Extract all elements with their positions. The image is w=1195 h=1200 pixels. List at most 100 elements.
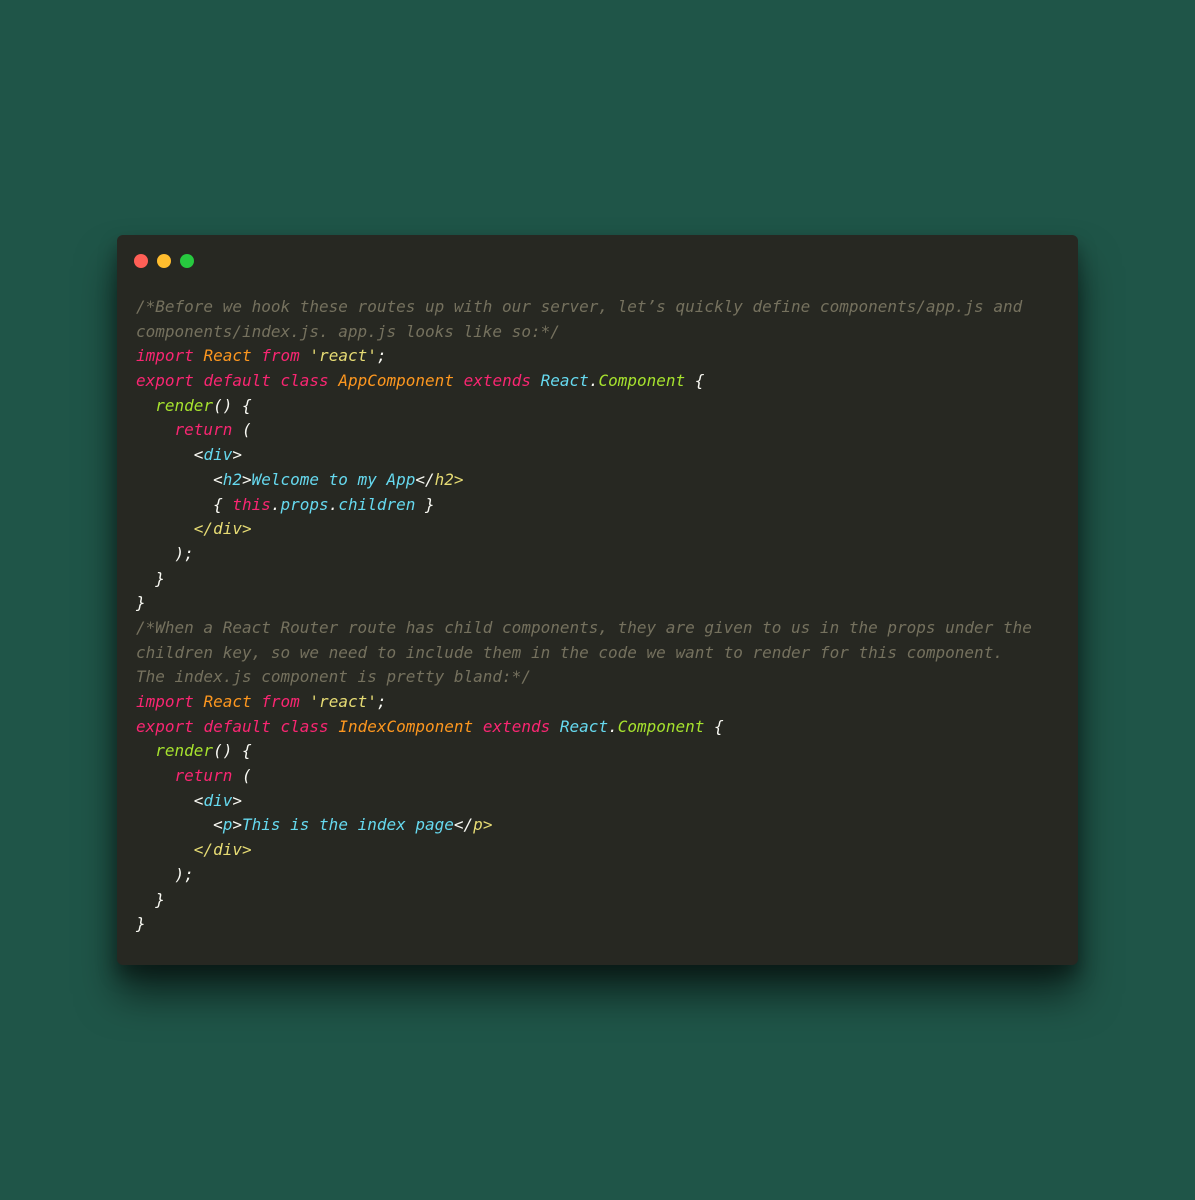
code-token: div [213,519,242,539]
code-token: } [415,494,435,514]
code-token: </ [453,815,474,835]
code-token: { [136,494,233,514]
code-line: children key, so we need to include them… [136,641,1032,666]
code-token: React [203,692,252,711]
code-token: > [453,469,464,489]
code-token: import [136,692,194,711]
code-line: return ( [136,764,1032,789]
code-token: this [232,494,271,514]
code-token: ); [136,864,194,884]
code-line: /*When a React Router route has child co… [136,616,1032,641]
code-token: return [174,420,233,440]
code-line: </div> [136,517,1032,542]
code-token: export [136,716,194,736]
code-token: } [136,889,165,909]
code-token: children [338,494,416,514]
code-token: () { [213,741,252,761]
code-token: extends [482,716,551,736]
code-token: < [136,445,204,465]
code-token: </ [136,519,214,539]
code-line: } [136,567,1032,592]
code-token: </ [136,840,214,860]
code-token: /*Before we hook these routes up with ou… [136,297,1023,316]
code-line: </div> [136,838,1032,863]
code-token: . [588,371,599,391]
code-token: ; [376,346,387,366]
code-token: div [203,445,233,465]
code-token: } [136,593,146,613]
code-token: < [136,790,204,810]
code-line: <p>This is the index page</p> [136,813,1032,838]
code-token: Component [598,371,686,391]
code-line: } [136,591,1032,616]
code-token: /*When a React Router route has child co… [136,617,1032,637]
code-token: > [232,790,242,810]
code-token: IndexComponent [338,716,474,736]
code-line: import React from 'react'; [136,690,1032,715]
code-token: div [213,840,242,860]
code-window: /*Before we hook these routes up with ou… [117,235,1078,965]
code-token: extends [463,371,531,391]
code-token: . [328,494,339,514]
code-token: ( [232,420,252,440]
code-line: import React from 'react'; [136,344,1032,369]
code-token: { [685,371,705,391]
code-token: render [155,395,214,415]
code-token: React [540,371,589,391]
code-line: <div> [136,789,1032,814]
code-token: { [704,716,724,736]
code-token: > [482,815,493,835]
code-line: <h2>Welcome to my App</h2> [136,468,1032,493]
code-token: p [222,815,233,835]
code-token: > [241,519,252,539]
code-line: render() { [136,739,1032,764]
close-dot-icon[interactable] [134,254,148,268]
minimize-dot-icon[interactable] [157,254,171,268]
code-token: } [136,568,165,588]
code-line: <div> [136,443,1032,468]
code-token: h2 [434,469,454,489]
code-line: render() { [136,394,1032,419]
code-token: 'react' [309,692,377,711]
code-line: export default class AppComponent extend… [136,369,1032,394]
code-line: The index.js component is pretty bland:*… [136,665,1032,690]
code-token: props [280,494,329,514]
code-token: components/index.js. app.js looks like s… [136,321,560,341]
code-line: { this.props.children } [136,493,1032,518]
maximize-dot-icon[interactable] [180,254,194,268]
code-token: default [203,371,271,391]
code-token: children key, so we need to include them… [136,642,1003,662]
code-token: () { [213,395,252,415]
code-token: } [136,914,146,934]
code-token: from [261,692,300,711]
code-token: class [280,716,329,736]
window-controls [134,254,194,268]
code-token: < [136,469,223,489]
code-line: ); [136,863,1032,888]
code-token: Welcome to my App [251,469,416,489]
code-token: ); [136,543,194,563]
code-token: Component [617,716,705,736]
code-line: /*Before we hook these routes up with ou… [136,295,1032,320]
code-line: } [136,888,1032,913]
code-token: < [136,815,223,835]
code-line: return ( [136,418,1032,443]
code-token: React [559,716,609,736]
code-token: AppComponent [338,371,454,391]
